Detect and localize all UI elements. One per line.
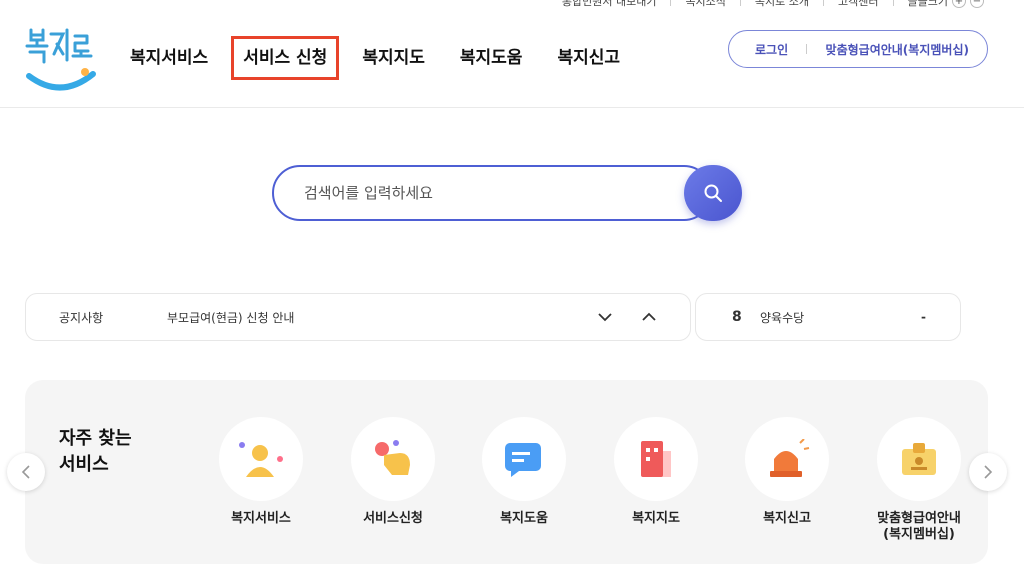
quick-item-service-application[interactable]: 서비스신청 — [333, 417, 453, 527]
quick-item-label-line2: (복지멤버십) — [883, 527, 955, 542]
nav-welfare-services[interactable]: 복지서비스 — [130, 44, 208, 72]
quick-item-label: 복지신고 — [763, 511, 811, 526]
carousel-prev-button[interactable] — [7, 453, 45, 491]
quick-item-circle — [614, 417, 698, 501]
panel-title-line1: 자주 찾는 — [59, 428, 132, 449]
divider — [806, 44, 808, 54]
site-header: 복지서비스 서비스 신청 복지지도 복지도움 복지신고 로그인 맞춤형급여안내(… — [0, 0, 1024, 108]
quick-item-membership[interactable]: 맞춤형급여안내 (복지멤버십) — [859, 417, 979, 543]
quick-item-welfare-services[interactable]: 복지서비스 — [201, 417, 321, 527]
site-logo[interactable] — [25, 24, 97, 94]
siren-icon — [770, 439, 810, 477]
quick-item-label: 서비스신청 — [363, 511, 423, 526]
notice-controls — [598, 312, 656, 322]
quick-item-welfare-help[interactable]: 복지도움 — [464, 417, 584, 527]
search-icon — [704, 184, 722, 202]
quick-item-label: 복지서비스 — [231, 511, 291, 526]
id-card-icon — [902, 443, 936, 475]
logo-icon — [25, 28, 96, 91]
chevron-left-icon — [21, 465, 30, 479]
search-input[interactable] — [272, 165, 712, 221]
popular-search-ranking[interactable]: 8 양육수당 - — [695, 293, 961, 341]
panel-title: 자주 찾는 서비스 — [59, 426, 159, 478]
person-icon — [239, 442, 283, 477]
quick-item-circle — [482, 417, 566, 501]
quick-item-circle — [351, 417, 435, 501]
nav-welfare-report[interactable]: 복지신고 — [557, 44, 620, 72]
panel-title-line2: 서비스 — [59, 454, 109, 475]
notice-link[interactable]: 부모급여(현금) 신청 안내 — [167, 309, 598, 326]
notice-bar: 공지사항 부모급여(현금) 신청 안내 — [25, 293, 691, 341]
rank-number: 8 — [732, 309, 742, 325]
login-link[interactable]: 로그인 — [755, 41, 788, 58]
search-bar — [272, 165, 742, 221]
quick-item-label-line1: 맞춤형급여안내 — [877, 511, 961, 526]
quick-item-welfare-map[interactable]: 복지지도 — [596, 417, 716, 527]
quick-item-circle — [745, 417, 829, 501]
chevron-down-icon[interactable] — [598, 312, 612, 322]
quick-item-circle — [219, 417, 303, 501]
quick-item-label: 복지도움 — [500, 511, 548, 526]
chevron-up-icon[interactable] — [642, 312, 656, 322]
frequent-services-panel: 자주 찾는 서비스 복지서비스 서비스신청 복지도움 복지지도 복지신고 맞춤형… — [25, 380, 988, 564]
quick-item-label: 맞춤형급여안내 (복지멤버십) — [859, 511, 979, 543]
hand-tap-icon — [375, 440, 410, 475]
rank-keyword[interactable]: 양육수당 — [760, 309, 921, 326]
carousel-next-button[interactable] — [969, 453, 1007, 491]
main-nav: 복지서비스 서비스 신청 복지지도 복지도움 복지신고 — [130, 36, 655, 80]
notice-label: 공지사항 — [59, 310, 104, 325]
account-box: 로그인 맞춤형급여안내(복지멤버십) — [728, 30, 988, 68]
quick-item-welfare-report[interactable]: 복지신고 — [727, 417, 847, 527]
building-icon — [641, 441, 671, 477]
nav-welfare-map[interactable]: 복지지도 — [362, 44, 425, 72]
nav-service-application[interactable]: 서비스 신청 — [231, 36, 340, 80]
search-button[interactable] — [684, 165, 742, 221]
rank-change: - — [921, 310, 926, 324]
nav-welfare-help[interactable]: 복지도움 — [460, 44, 523, 72]
quick-item-circle — [877, 417, 961, 501]
membership-link[interactable]: 맞춤형급여안내(복지멤버십) — [826, 41, 969, 58]
chat-icon — [505, 443, 541, 477]
chevron-right-icon — [984, 465, 993, 479]
quick-item-label: 복지지도 — [632, 511, 680, 526]
